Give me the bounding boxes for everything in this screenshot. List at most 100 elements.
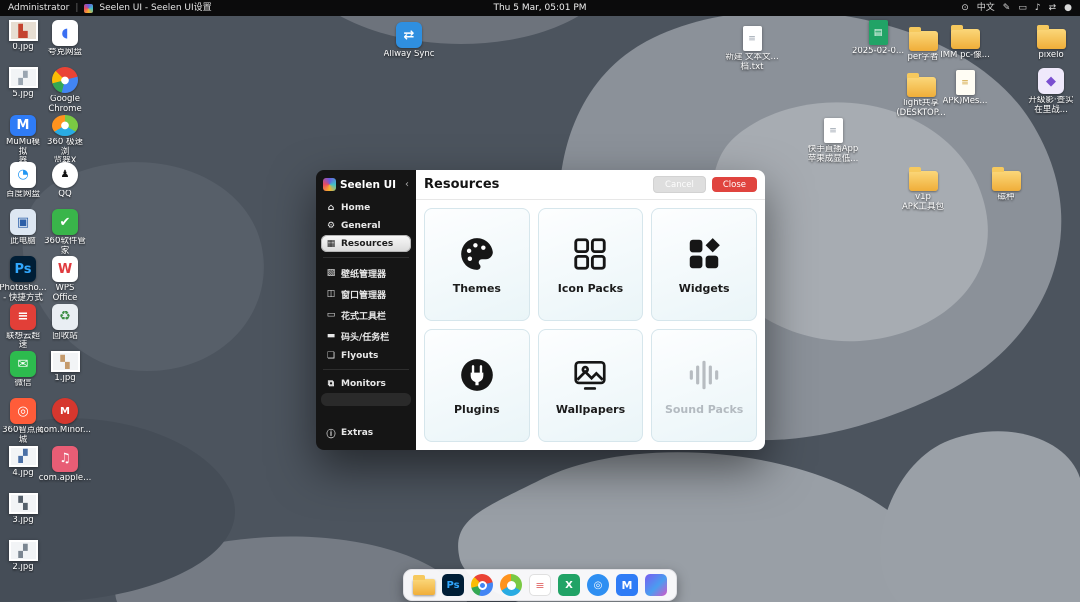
taskbar-app-title[interactable]: Seelen UI - Seelen UI设置: [99, 0, 211, 16]
sidebar-group-main: ⌂ Home ⚙ General ▦ Resources: [321, 198, 411, 253]
dock-seelen-icon[interactable]: [645, 574, 667, 596]
taskbar-separator: |: [75, 0, 78, 16]
settings-header: Resources Cancel Close: [416, 170, 765, 200]
desktop-icon[interactable]: ≡ 快手直播App 苹果成显低...: [805, 118, 861, 165]
card-widgets[interactable]: Widgets: [651, 208, 757, 321]
page-title: Resources: [424, 177, 499, 192]
dock-360-browser-icon[interactable]: [500, 574, 522, 596]
sidebar-divider: [323, 257, 409, 258]
widgets-icon: [685, 235, 723, 273]
dock-notes-icon[interactable]: ≡: [529, 574, 551, 596]
desktop-icon-image: ▤: [869, 20, 888, 45]
desktop-icon-label: 磁种: [997, 193, 1014, 203]
dock-chrome-icon[interactable]: [471, 574, 493, 596]
card-themes[interactable]: Themes: [424, 208, 530, 321]
taskbar-clock[interactable]: Thu 5 Mar, 05:01 PM: [493, 0, 586, 16]
tray-icon[interactable]: 中文: [977, 0, 995, 16]
desktop-icon[interactable]: ≡ 新建 文本文... 档.txt: [724, 26, 780, 73]
dock-excel-icon[interactable]: X: [558, 574, 580, 596]
desktop-icon[interactable]: pixelo: [1023, 24, 1079, 61]
sidebar-item[interactable]: ⧉ Monitors: [321, 375, 411, 392]
card-label: Themes: [453, 282, 501, 295]
sidebar-item-icon: ⌂: [326, 203, 336, 213]
sidebar-divider: [323, 369, 409, 370]
sidebar-item-label: Monitors: [341, 379, 386, 389]
sidebar-title: Seelen UI: [340, 179, 396, 191]
desktop-icon-label: Allway Sync: [384, 50, 435, 60]
dock-mumu-icon[interactable]: M: [616, 574, 638, 596]
sidebar-item[interactable]: ▧ 壁纸管理器: [321, 263, 411, 283]
card-label: Widgets: [679, 282, 730, 295]
desktop-icon[interactable]: ◆ 开级影·查实 在里战...: [1023, 68, 1079, 116]
sidebar-group-managers: ▧ 壁纸管理器 ◫ 窗口管理器 ▭ 花式工具栏 ▬ 码头/任务栏: [321, 262, 411, 365]
card-sound-packs[interactable]: Sound Packs: [651, 329, 757, 442]
info-icon: ⓘ: [326, 427, 336, 440]
plug-icon: [458, 356, 496, 394]
desktop-icon-label: IMM pc-像...: [940, 51, 990, 61]
desktop-icon[interactable]: v1p APK工具包: [895, 166, 951, 213]
cancel-button[interactable]: Cancel: [653, 176, 706, 193]
card-icon-packs[interactable]: Icon Packs: [538, 208, 644, 321]
desktop-icon-label: pixelo: [1038, 51, 1063, 61]
sidebar-item[interactable]: ❏ Flyouts: [321, 347, 411, 364]
sidebar-item-label: 壁纸管理器: [341, 267, 386, 280]
desktop-icon-label: APK)Mes...: [943, 97, 988, 107]
seelen-logo-icon: [323, 178, 336, 191]
card-wallpapers[interactable]: Wallpapers: [538, 329, 644, 442]
card-plugins[interactable]: Plugins: [424, 329, 530, 442]
sidebar-item-label: 窗口管理器: [341, 288, 386, 301]
sidebar-item[interactable]: ▭ 花式工具栏: [321, 305, 411, 325]
taskbar: Administrator | Seelen UI - Seelen UI设置 …: [0, 0, 1080, 16]
wallpaper-icon: [571, 356, 609, 394]
browser-center-dot: [507, 581, 516, 590]
desktop-icon[interactable]: IMM pc-像...: [937, 24, 993, 61]
sidebar-item[interactable]: ◫ 窗口管理器: [321, 284, 411, 304]
desktop-icon-image: [1037, 29, 1066, 49]
sidebar-item-extras[interactable]: ⓘ Extras: [321, 423, 411, 443]
desktop-icon-image: [909, 31, 938, 51]
desktop-icon-image: ⇄: [396, 22, 422, 48]
tray-icon[interactable]: ▭: [1018, 0, 1027, 16]
tray-icon[interactable]: ⊙: [961, 0, 969, 16]
desktop-icon-image: ≡: [824, 118, 843, 143]
sidebar-item[interactable]: ▦ Resources: [321, 235, 411, 252]
tray-icon[interactable]: ⇄: [1049, 0, 1057, 16]
taskbar-user[interactable]: Administrator: [8, 0, 69, 16]
desktop-icon[interactable]: ≡ APK)Mes...: [937, 70, 993, 107]
seelen-logo-icon: [84, 4, 93, 13]
sidebar-item-label: Home: [341, 203, 370, 213]
desktop-icon-label: 开级影·查实 在里战...: [1028, 96, 1073, 116]
card-label: Wallpapers: [556, 403, 625, 416]
tray-icon[interactable]: ♪: [1035, 0, 1041, 16]
desktop-icon-label: 新建 文本文... 档.txt: [725, 53, 778, 73]
sidebar-item[interactable]: ⚙ General: [321, 217, 411, 234]
sidebar-item-icon: ▧: [326, 268, 336, 278]
desktop-icon-label: per字者: [907, 53, 938, 63]
sidebar-item-label: 花式工具栏: [341, 309, 386, 322]
card-label: Plugins: [454, 403, 500, 416]
sidebar-collapse-button[interactable]: ‹: [405, 179, 409, 190]
desktop-icon-image: [951, 29, 980, 49]
sidebar-item[interactable]: ⌂ Home: [321, 199, 411, 216]
sidebar-item-label: Extras: [341, 428, 373, 438]
desktop-icon[interactable]: 磁种: [978, 166, 1034, 203]
card-label: Icon Packs: [558, 282, 623, 295]
sidebar-item[interactable]: [321, 393, 411, 406]
desktop-icon-image: [992, 171, 1021, 191]
icon-grid-icon: [571, 235, 609, 273]
sidebar-group-monitors: ⧉ Monitors: [321, 374, 411, 407]
tray-icon[interactable]: ✎: [1003, 0, 1011, 16]
settings-sidebar: Seelen UI ‹ ⌂ Home ⚙ General ▦ Resources: [316, 170, 416, 450]
close-button[interactable]: Close: [712, 177, 757, 192]
sidebar-item[interactable]: ▬ 码头/任务栏: [321, 326, 411, 346]
dock-blue-app-icon[interactable]: ◎: [587, 574, 609, 596]
desktop-icon[interactable]: ⇄ Allway Sync: [381, 22, 437, 60]
dock-photoshop-icon[interactable]: Ps: [442, 574, 464, 596]
desktop-icon-image: [909, 171, 938, 191]
dock-file-manager-icon[interactable]: [413, 574, 435, 596]
sidebar-item-label: General: [341, 221, 381, 231]
card-label: Sound Packs: [665, 403, 743, 416]
sidebar-item-icon: ⚙: [326, 221, 336, 231]
tray-icon[interactable]: ●: [1064, 0, 1072, 16]
seelen-settings-window: Seelen UI ‹ ⌂ Home ⚙ General ▦ Resources: [316, 170, 765, 450]
